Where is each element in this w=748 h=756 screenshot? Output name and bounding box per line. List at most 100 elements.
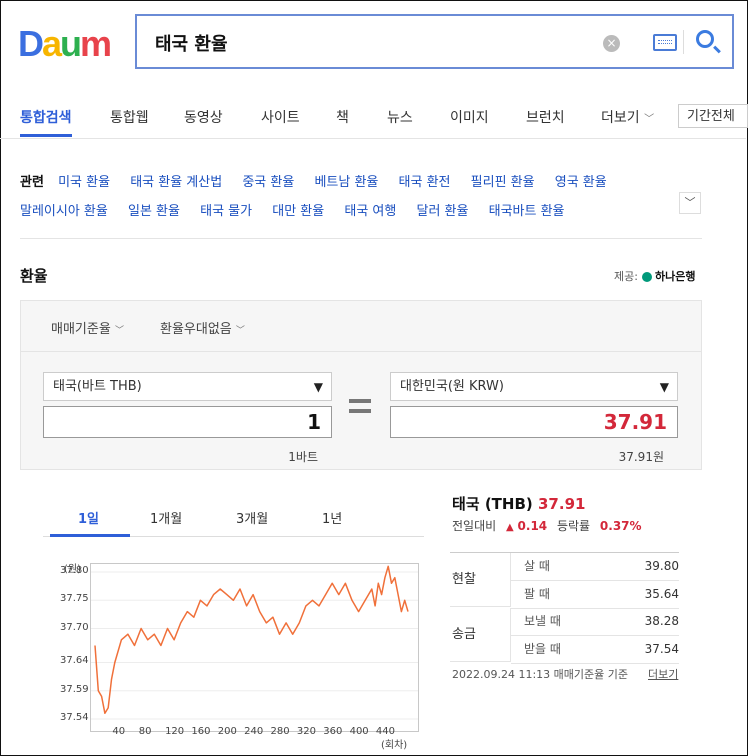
row-label: 보낼 때 xyxy=(524,614,561,628)
change-value: 0.14 xyxy=(517,519,548,533)
tab-1year[interactable]: 1년 xyxy=(322,508,342,527)
search-box[interactable]: 태국 환율 × xyxy=(135,14,734,69)
related-item[interactable]: 필리핀 환율 xyxy=(471,175,535,190)
related-item[interactable]: 말레이시아 환율 xyxy=(20,204,108,219)
equals-icon xyxy=(349,399,371,413)
tab-image[interactable]: 이미지 xyxy=(450,107,489,127)
rate-footnote: 2022.09.24 11:13 매매기준율 기준 xyxy=(452,668,629,681)
tab-brunch[interactable]: 브런치 xyxy=(526,107,565,127)
related-item[interactable]: 영국 환율 xyxy=(555,175,607,190)
rate-type-label: 매매기준율 xyxy=(51,322,111,337)
table-row: 받을 때 37.54 xyxy=(511,636,679,664)
divider xyxy=(20,238,702,239)
up-arrow-icon: ▲ xyxy=(506,522,514,533)
option-bar: 매매기준율 ﹀ 환율우대없음 ﹀ xyxy=(21,301,701,352)
related-item[interactable]: 일본 환율 xyxy=(128,204,180,219)
active-tab-indicator xyxy=(20,134,72,137)
rate-chart xyxy=(90,563,419,732)
related-item[interactable]: 중국 환율 xyxy=(242,175,294,190)
related-item[interactable]: 베트남 환율 xyxy=(314,175,378,190)
x-tick-label: 120 xyxy=(165,726,185,737)
x-tick-label: 360 xyxy=(323,726,343,737)
change-info: 전일대비 ▲ 0.14 등락률 0.37% xyxy=(452,517,642,534)
table-row: 보낼 때 38.28 xyxy=(511,608,679,636)
y-tick-label: 37.75 xyxy=(60,593,89,605)
related-item[interactable]: 대만 환율 xyxy=(272,204,324,219)
related-title: 관련 xyxy=(20,175,44,190)
related-item[interactable]: 태국 물가 xyxy=(200,204,252,219)
x-tick-label: 280 xyxy=(270,726,290,737)
related-item[interactable]: 태국바트 환율 xyxy=(489,204,565,219)
provider-credit: 제공: 하나은행 xyxy=(614,268,695,284)
clear-icon[interactable]: × xyxy=(603,35,620,52)
from-unit-text: 1바트 xyxy=(288,450,318,464)
currency-title: 태국 (THB) xyxy=(452,495,533,513)
from-currency-label: 태국(바트 THB) xyxy=(53,379,142,394)
x-tick-label: 320 xyxy=(296,726,316,737)
y-tick-label: 37.59 xyxy=(60,683,89,695)
more-link[interactable]: 더보기 xyxy=(648,666,678,682)
from-currency-select[interactable]: 태국(바트 THB) ▼ xyxy=(43,372,332,401)
tab-news[interactable]: 뉴스 xyxy=(387,107,413,127)
x-tick-label: 240 xyxy=(244,726,264,737)
table-row: 살 때 39.80 xyxy=(511,553,679,581)
rate-type-dropdown[interactable]: 매매기준율 ﹀ xyxy=(51,318,124,337)
related-searches: 관련 미국 환율 태국 환율 계산법 중국 환율 베트남 환율 태국 환전 필리… xyxy=(20,168,700,226)
chevron-down-icon: ﹀ xyxy=(684,196,696,209)
row-label: 받을 때 xyxy=(524,642,561,656)
search-icon[interactable] xyxy=(696,30,714,48)
change-label: 전일대비 xyxy=(452,519,497,533)
period-filter[interactable]: 기간전체 xyxy=(678,104,748,128)
rate-series-line xyxy=(94,565,409,715)
provider-name: 하나은행 xyxy=(654,270,696,283)
x-tick-label: 200 xyxy=(217,726,237,737)
chart-svg xyxy=(91,565,418,720)
tab-more-label: 더보기 xyxy=(601,110,640,126)
related-item[interactable]: 달러 환율 xyxy=(417,204,469,219)
row-value: 38.28 xyxy=(644,614,679,628)
caret-down-icon: ▼ xyxy=(313,380,323,394)
preference-label: 환율우대없음 xyxy=(160,322,232,337)
chevron-down-icon: ﹀ xyxy=(644,114,655,125)
chevron-down-icon: ﹀ xyxy=(114,326,124,336)
rate-table: 현찰 송금 살 때 39.80 팔 때 35.64 보낼 때 38.28 받을 … xyxy=(450,552,679,664)
x-tick-label: 160 xyxy=(191,726,211,737)
related-item[interactable]: 태국 환율 계산법 xyxy=(130,175,222,190)
tab-web[interactable]: 통합웹 xyxy=(110,107,149,127)
group-cash: 현찰 xyxy=(450,553,511,607)
tab-1day[interactable]: 1일 xyxy=(78,508,99,527)
preference-dropdown[interactable]: 환율우대없음 ﹀ xyxy=(160,318,245,337)
search-tabs: 통합검색 통합웹 동영상 사이트 책 뉴스 이미지 브런치 더보기 ﹀ 기간전체 xyxy=(0,92,748,139)
keyboard-icon[interactable] xyxy=(653,34,677,51)
to-amount-input[interactable]: 37.91 xyxy=(390,406,678,438)
provider-label: 제공: xyxy=(614,270,638,283)
related-item[interactable]: 태국 환전 xyxy=(399,175,451,190)
caret-down-icon: ▼ xyxy=(659,380,669,394)
change-rate-label: 등락률 xyxy=(556,519,591,533)
tab-1month[interactable]: 1개월 xyxy=(150,508,182,527)
change-rate: 0.37% xyxy=(599,519,642,533)
search-input[interactable]: 태국 환율 xyxy=(155,30,228,56)
related-expand-button[interactable]: ﹀ xyxy=(679,192,701,214)
y-tick-label: 37.54 xyxy=(60,712,89,723)
y-tick-label: 37.80 xyxy=(60,565,89,576)
daum-logo[interactable]: Daum xyxy=(18,24,112,64)
tab-all[interactable]: 통합검색 xyxy=(20,107,72,127)
group-remit: 송금 xyxy=(450,608,511,662)
section-title: 환율 xyxy=(20,267,48,285)
from-amount-input[interactable]: 1 xyxy=(43,406,332,438)
active-period-indicator xyxy=(50,534,130,537)
tab-book[interactable]: 책 xyxy=(336,107,349,127)
table-row: 팔 때 35.64 xyxy=(511,581,679,609)
currency-summary: 태국 (THB) 37.91 xyxy=(452,493,585,514)
related-item[interactable]: 미국 환율 xyxy=(58,175,110,190)
tab-3month[interactable]: 3개월 xyxy=(236,508,268,527)
row-value: 37.54 xyxy=(644,642,679,656)
row-label: 살 때 xyxy=(524,559,550,573)
tab-more[interactable]: 더보기 ﹀ xyxy=(601,107,654,127)
tab-site[interactable]: 사이트 xyxy=(261,107,300,127)
to-currency-select[interactable]: 대한민국(원 KRW) ▼ xyxy=(390,372,678,401)
related-item[interactable]: 태국 여행 xyxy=(344,204,396,219)
tab-video[interactable]: 동영상 xyxy=(184,107,223,127)
row-value: 39.80 xyxy=(644,559,679,573)
